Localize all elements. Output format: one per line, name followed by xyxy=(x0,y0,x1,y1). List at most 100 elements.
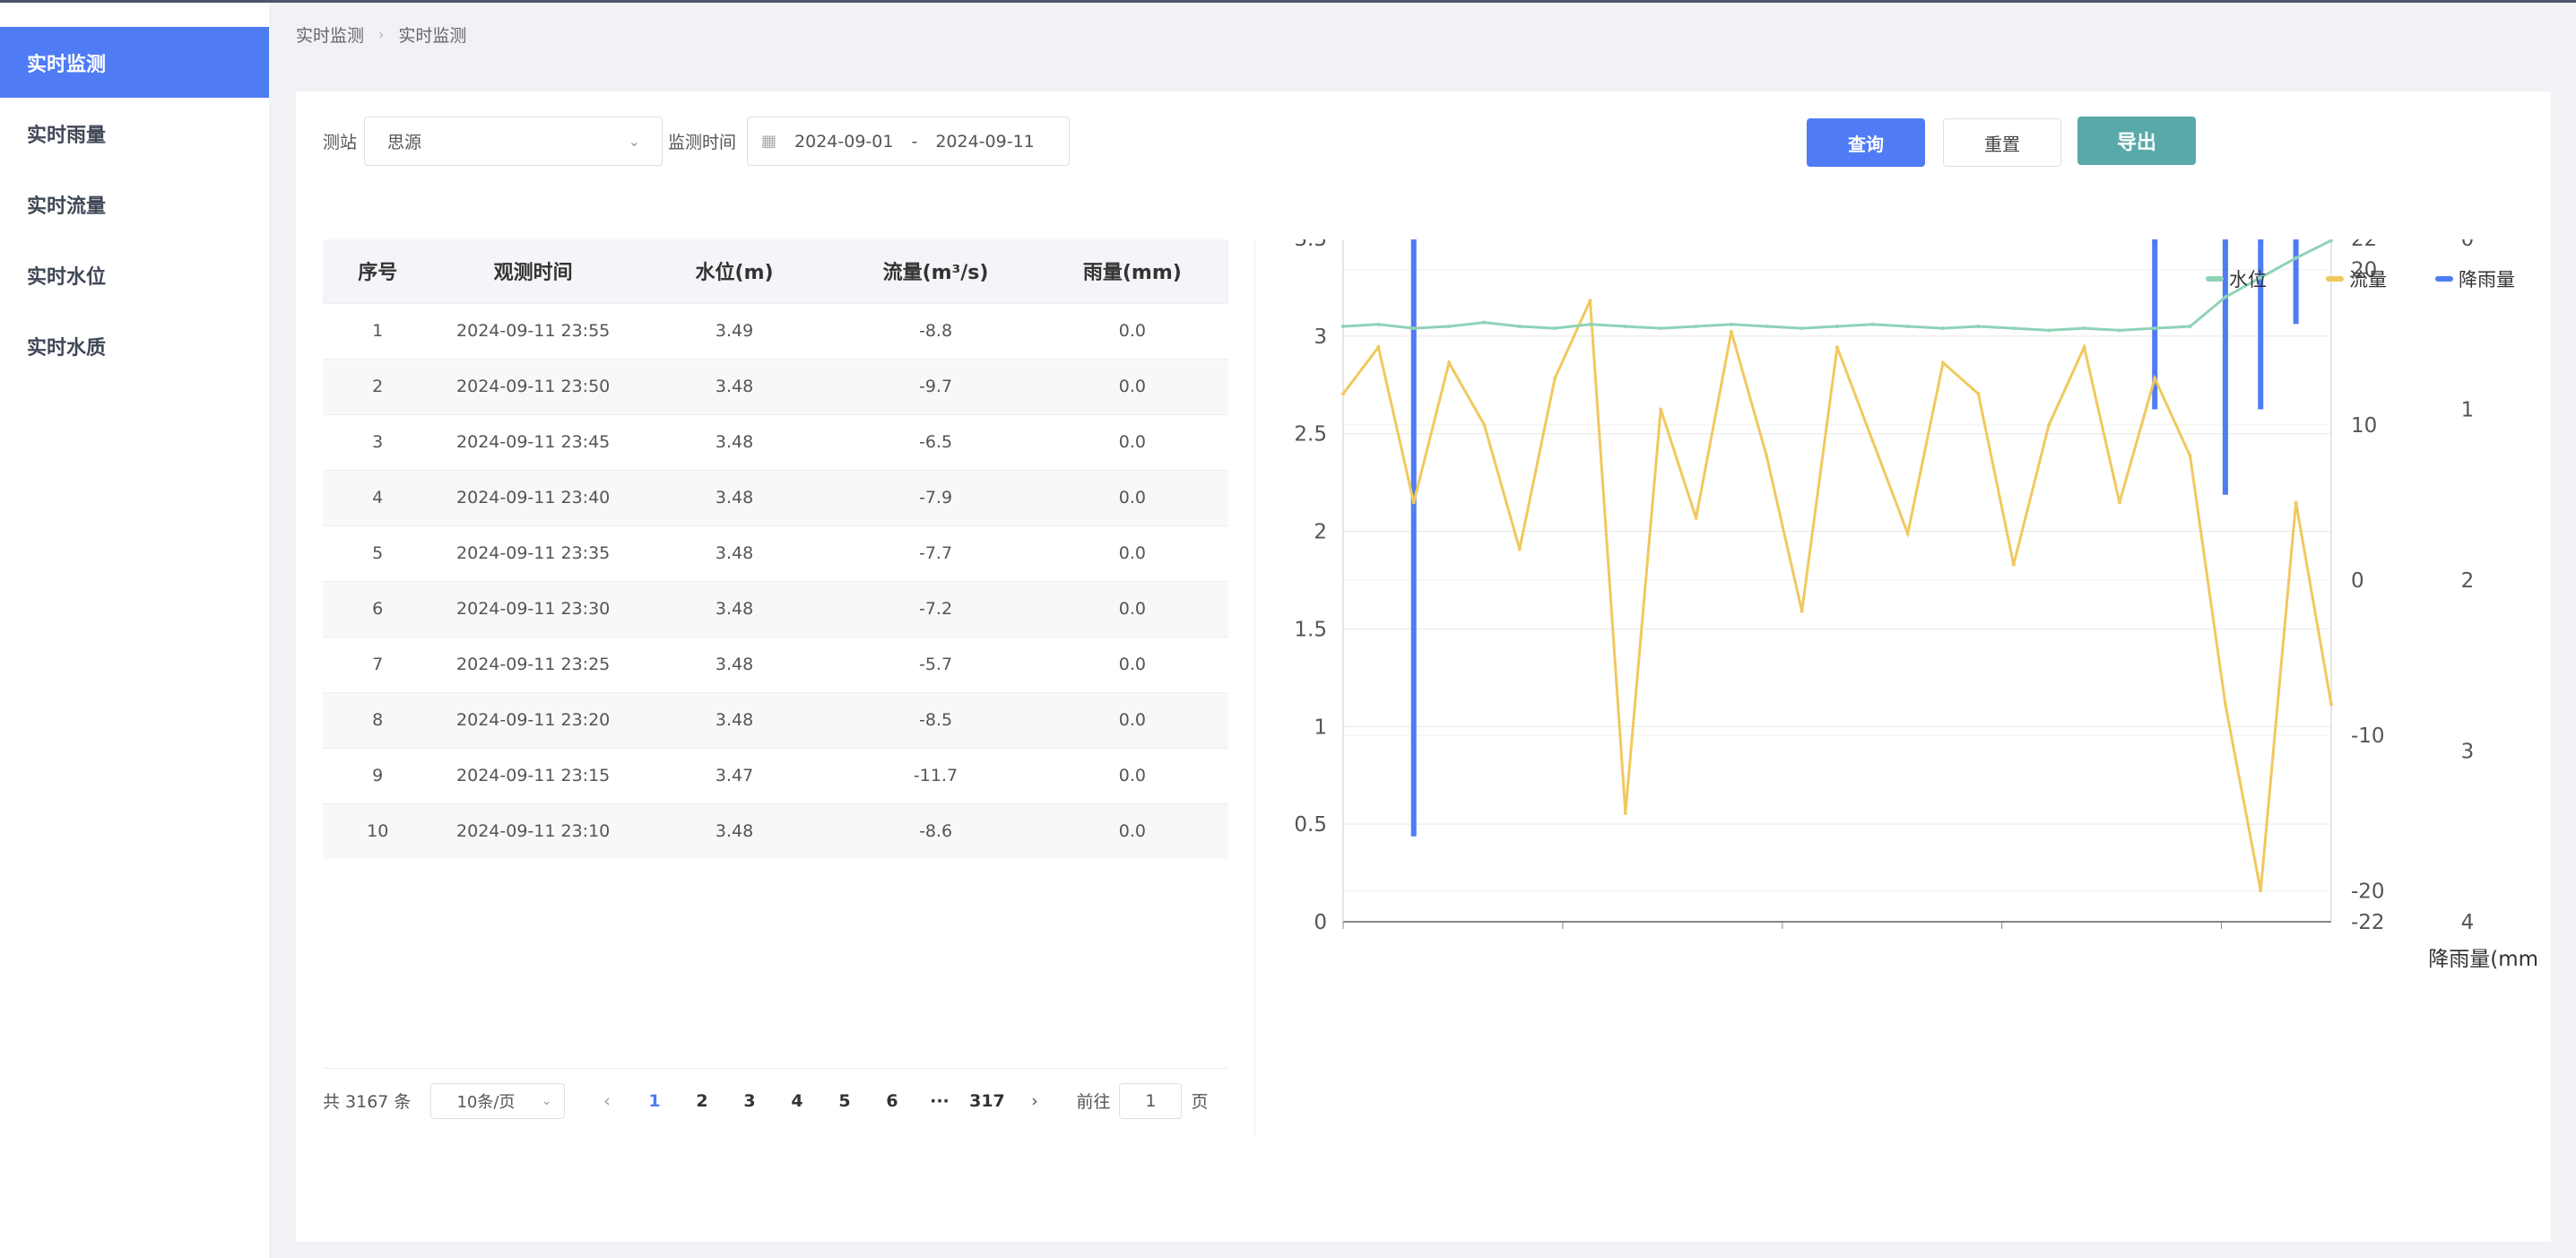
waterlevel-point xyxy=(2047,328,2051,333)
cell-time: 2024-09-11 23:30 xyxy=(432,580,634,637)
waterlevel-point xyxy=(1411,326,1416,331)
reset-button[interactable]: 重置 xyxy=(1943,118,2061,167)
query-button[interactable]: 查询 xyxy=(1807,118,1925,167)
date-start[interactable]: 2024-09-01 xyxy=(794,132,893,152)
cell-time: 2024-09-11 23:50 xyxy=(432,358,634,414)
cell-rain: 0.0 xyxy=(1036,747,1228,803)
breadcrumb-item[interactable]: 实时监测 xyxy=(296,22,364,47)
cell-rain: 0.0 xyxy=(1036,302,1228,359)
table-row[interactable]: 7 2024-09-11 23:25 3.48 -5.7 0.0 xyxy=(323,636,1228,692)
cell-flow: -8.8 xyxy=(835,302,1036,359)
cell-flow: -9.7 xyxy=(835,358,1036,414)
sidebar-item-realtime-waterlevel[interactable]: 实时水位 xyxy=(0,239,269,310)
flow-point xyxy=(1341,392,1345,396)
flow-point xyxy=(1517,547,1522,551)
breadcrumb-item: 实时监测 xyxy=(398,26,467,46)
page-button[interactable]: 317 xyxy=(963,1091,1010,1111)
legend-label: 流量 xyxy=(2349,269,2387,291)
export-button[interactable]: 导出 xyxy=(2077,117,2196,165)
table-row[interactable]: 3 2024-09-11 23:45 3.48 -6.5 0.0 xyxy=(323,413,1228,470)
page-button[interactable]: 2 xyxy=(678,1091,725,1111)
waterlevel-point xyxy=(2188,324,2192,328)
waterlevel-point xyxy=(2082,326,2086,331)
y-right-tick-label: 10 xyxy=(2351,414,2377,438)
table-row[interactable]: 6 2024-09-11 23:30 3.48 -7.2 0.0 xyxy=(323,580,1228,637)
waterlevel-point xyxy=(2294,256,2298,260)
table-row[interactable]: 2 2024-09-11 23:50 3.48 -9.7 0.0 xyxy=(323,358,1228,414)
page-size-value: 10条/页 xyxy=(456,1092,516,1112)
cell-time: 2024-09-11 23:35 xyxy=(432,525,634,581)
station-value: 思源 xyxy=(387,133,422,152)
page-size-select[interactable]: 10条/页 ⌄ xyxy=(430,1082,566,1119)
table-row[interactable]: 8 2024-09-11 23:20 3.48 -8.5 0.0 xyxy=(323,691,1228,748)
goto-page: 前往 1 页 xyxy=(1076,1082,1208,1119)
flow-point xyxy=(1447,360,1452,365)
cell-rain: 0.0 xyxy=(1036,803,1228,859)
cell-flow: -6.5 xyxy=(835,413,1036,470)
cell-index: 1 xyxy=(323,302,433,359)
y-right-tick-label: -20 xyxy=(2351,880,2385,903)
page-button[interactable]: 4 xyxy=(773,1091,820,1111)
page-button[interactable]: 6 xyxy=(868,1091,915,1111)
sidebar-item-realtime-flow[interactable]: 实时流量 xyxy=(0,169,269,239)
date-end[interactable]: 2024-09-11 xyxy=(935,132,1034,152)
flow-point xyxy=(2117,500,2121,505)
col-header-time: 观测时间 xyxy=(432,239,634,303)
y-left-tick-label: 2.5 xyxy=(1294,423,1327,447)
next-page-icon[interactable]: › xyxy=(1010,1091,1058,1111)
table-row[interactable]: 1 2024-09-11 23:55 3.49 -8.8 0.0 xyxy=(323,302,1228,359)
page-button[interactable]: 3 xyxy=(725,1091,773,1111)
page-button[interactable]: 5 xyxy=(820,1091,868,1111)
divider xyxy=(1254,239,1255,1136)
cell-time: 2024-09-11 23:15 xyxy=(432,747,634,803)
prev-page-icon[interactable]: ‹ xyxy=(583,1091,630,1111)
cell-index: 8 xyxy=(323,691,433,748)
page-button[interactable]: 1 xyxy=(630,1091,678,1111)
flow-point xyxy=(1482,422,1487,427)
cell-time: 2024-09-11 23:20 xyxy=(432,691,634,748)
cell-flow: -7.7 xyxy=(835,525,1036,581)
y-rain-tick-label: 3 xyxy=(2461,741,2475,764)
cell-index: 4 xyxy=(323,469,433,525)
flow-point xyxy=(2153,376,2157,380)
time-label: 监测时间 xyxy=(668,133,737,152)
flow-point xyxy=(1411,500,1416,505)
cell-waterlevel: 3.48 xyxy=(633,525,836,581)
y-right-tick-label: 22 xyxy=(2351,239,2377,251)
flow-point xyxy=(1623,811,1627,815)
chevron-right-icon: › xyxy=(378,26,385,43)
table-row[interactable]: 10 2024-09-11 23:10 3.48 -8.6 0.0 xyxy=(323,803,1228,859)
cell-waterlevel: 3.48 xyxy=(633,413,836,470)
total-count: 共 3167 条 xyxy=(323,1092,412,1112)
table-row[interactable]: 5 2024-09-11 23:35 3.48 -7.7 0.0 xyxy=(323,525,1228,581)
flow-point xyxy=(1765,454,1769,458)
cell-rain: 0.0 xyxy=(1036,525,1228,581)
date-separator: - xyxy=(911,131,918,152)
col-header-flow: 流量(m³/s) xyxy=(835,239,1036,303)
cell-index: 9 xyxy=(323,747,433,803)
table-row[interactable]: 4 2024-09-11 23:40 3.48 -7.9 0.0 xyxy=(323,469,1228,525)
date-range-picker[interactable]: ▦ 2024-09-01 - 2024-09-11 xyxy=(747,117,1071,166)
cell-flow: -8.6 xyxy=(835,803,1036,859)
table-row[interactable]: 9 2024-09-11 23:15 3.47 -11.7 0.0 xyxy=(323,747,1228,803)
sidebar-item-realtime-quality[interactable]: 实时水质 xyxy=(0,310,269,381)
sidebar-item-realtime-monitor[interactable]: 实时监测 xyxy=(0,27,269,98)
flow-point xyxy=(1800,609,1804,613)
col-header-waterlevel: 水位(m) xyxy=(633,239,836,303)
waterlevel-point xyxy=(1517,324,1522,328)
cell-waterlevel: 3.47 xyxy=(633,747,836,803)
station-select[interactable]: 思源 ⌄ xyxy=(364,117,664,166)
page-ellipsis[interactable]: ··· xyxy=(915,1091,963,1111)
goto-input[interactable]: 1 xyxy=(1119,1082,1183,1119)
filter-bar: 测站 思源 ⌄ 监测时间 ▦ 2024-09-01 - 2024-09-11 xyxy=(323,117,1071,166)
sidebar-item-realtime-rain[interactable]: 实时雨量 xyxy=(0,98,269,169)
y-right-tick-label: 0 xyxy=(2351,569,2364,593)
flow-point xyxy=(1376,345,1381,350)
chevron-down-icon: ⌄ xyxy=(541,1093,552,1108)
y-left-tick-label: 1 xyxy=(1314,716,1327,739)
cell-time: 2024-09-11 23:40 xyxy=(432,469,634,525)
cell-time: 2024-09-11 23:10 xyxy=(432,803,634,859)
flow-point xyxy=(1553,376,1557,380)
cell-waterlevel: 3.48 xyxy=(633,469,836,525)
cell-rain: 0.0 xyxy=(1036,636,1228,692)
